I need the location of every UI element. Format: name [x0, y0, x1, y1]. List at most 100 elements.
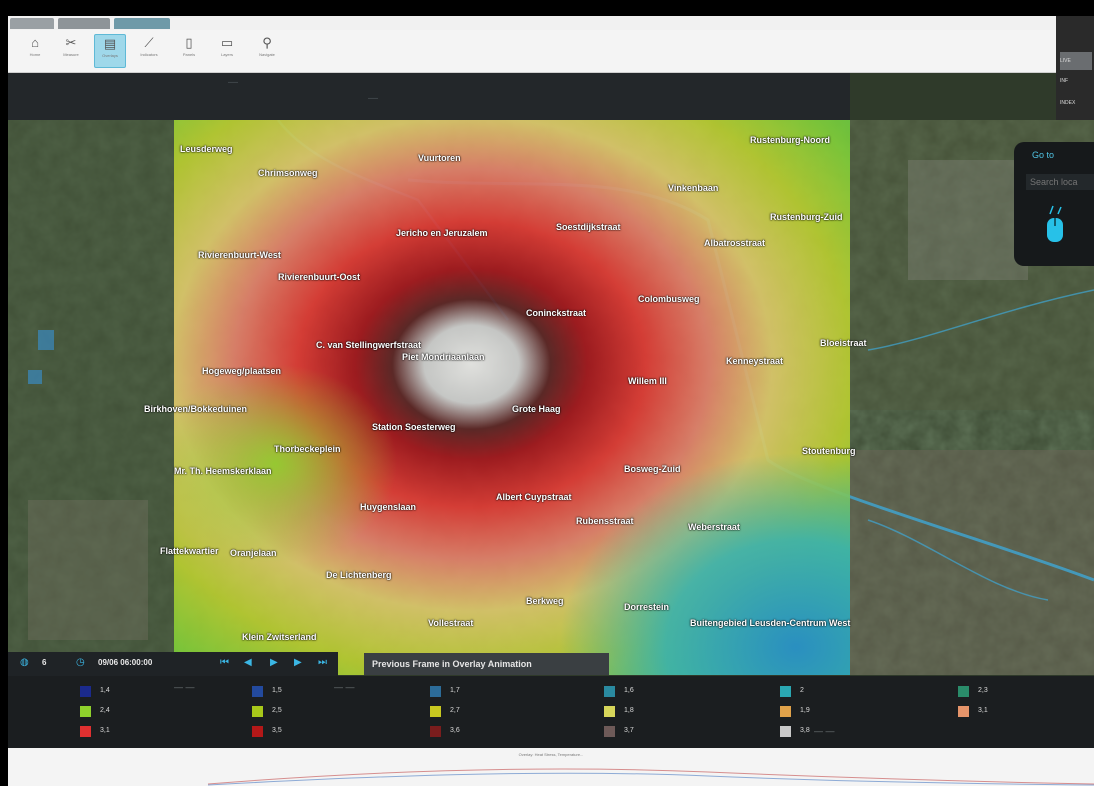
frame-number: 6 — [42, 658, 47, 667]
legend-value: 2 — [800, 687, 804, 694]
place-label: Rustenburg-Noord — [750, 135, 830, 145]
next-frame-icon[interactable]: ▶ — [294, 657, 302, 668]
legend-swatch — [430, 726, 441, 737]
legend-value: 1,8 — [624, 707, 634, 714]
tab-3[interactable] — [114, 18, 170, 29]
place-label: Klein Zwitserland — [242, 632, 317, 642]
toolbar-button-chart[interactable]: ⟋ Indicators — [134, 34, 164, 66]
place-label: Vinkenbaan — [668, 183, 719, 193]
legend-swatch — [780, 686, 791, 697]
timeline-datetime: 09/06 06:00:00 — [98, 658, 153, 667]
place-label: Weberstraat — [688, 522, 740, 532]
legend-swatch — [780, 726, 791, 737]
legend-value: 3,7 — [624, 727, 634, 734]
place-label: Mr. Th. Heemskerklaan — [174, 466, 272, 476]
toolbar: ⌂ Home ✂ Measure ▤ Overlays ⟋ Indicators ▯ Panels… — [8, 30, 1056, 73]
legend-swatch — [252, 706, 263, 717]
place-label: Kenneystraat — [726, 356, 784, 366]
place-label: Vollestraat — [428, 618, 474, 628]
tab-2[interactable] — [58, 18, 110, 29]
chart-icon: ⟋ — [144, 35, 154, 50]
toolbar-button-layers[interactable]: ▭ Layers — [212, 34, 242, 66]
legend-value: 2,3 — [978, 687, 988, 694]
place-label: Albatrosstraat — [704, 238, 766, 248]
place-label: Station Soesterweg — [372, 422, 456, 432]
toolbar-button-overlay[interactable]: ▤ Overlays — [94, 34, 126, 68]
place-label: Bloeistraat — [820, 338, 867, 348]
place-label: Dorrestein — [624, 602, 670, 612]
place-label: Willem III — [628, 376, 667, 386]
place-label: Rivierenbuurt-West — [198, 250, 281, 260]
right-panel-item[interactable]: INF — [1060, 74, 1092, 88]
last-frame-icon[interactable]: ⏭ — [318, 657, 327, 668]
legend-swatch — [430, 686, 441, 697]
place-label: Hogeweg/plaatsen — [202, 366, 282, 376]
toolbar-button-label: Indicators — [140, 52, 158, 57]
toolbar-button-zoom[interactable]: ⚲ Navigate — [252, 34, 282, 66]
legend-swatch — [80, 726, 91, 737]
legend-swatch — [430, 706, 441, 717]
legend: — — — — — — 1,4 1,5 1,7 1,6 2 2,3 2,4 2,5 2,7 1,8… — [8, 676, 1094, 748]
graph-line — [207, 768, 1094, 786]
place-label: Jericho en Jeruzalem — [396, 228, 488, 238]
toolbar-button-label: Home — [29, 52, 41, 57]
play-icon[interactable]: ▶ — [270, 657, 278, 668]
legend-swatch — [80, 686, 91, 697]
place-label: Vuurtoren — [418, 153, 461, 163]
toolbar-button-label: Navigate — [259, 52, 275, 57]
legend-swatch — [252, 686, 263, 697]
tools-icon: ✂ — [65, 35, 77, 50]
toolbar-button-home[interactable]: ⌂ Home — [20, 34, 50, 66]
legend-value: 1,6 — [624, 687, 634, 694]
place-label: Chrimsonweg — [258, 168, 318, 178]
toolbar-button-label: Overlays — [102, 53, 118, 58]
heat-overlay — [174, 120, 850, 675]
place-label: De Lichtenberg — [326, 570, 392, 580]
legend-swatch — [780, 706, 791, 717]
legend-value: 3,8 — [800, 727, 810, 734]
right-panel-item[interactable]: INDEX — [1060, 96, 1092, 110]
legend-value: 1,5 — [272, 687, 282, 694]
map-view[interactable]: Leusderweg Chrimsonweg Vuurtoren Rustenburg… — [8, 120, 1094, 675]
legend-value: 2,5 — [272, 707, 282, 714]
place-label: Soestdijkstraat — [556, 222, 621, 232]
goto-label: Go to — [1032, 150, 1055, 160]
legend-value: 3,5 — [272, 727, 282, 734]
place-label: Oranjelaan — [230, 548, 277, 558]
legend-value: 3,1 — [100, 727, 110, 734]
map-header: — — — [8, 73, 850, 120]
place-label: C. van Stellingwerfstraat — [316, 340, 422, 350]
legend-value: 2,4 — [100, 707, 110, 714]
legend-swatch — [252, 726, 263, 737]
zoom-icon: ⚲ — [262, 35, 272, 50]
legend-swatch — [958, 686, 969, 697]
home-icon: ⌂ — [31, 35, 39, 50]
place-label: Piet Mondriaanlaan — [402, 352, 485, 362]
right-panel-item[interactable]: LIVE — [1060, 52, 1092, 70]
legend-value: 1,4 — [100, 687, 110, 694]
toolbar-button-tools[interactable]: ✂ Measure — [56, 34, 86, 66]
place-label: Buitengebied Leusden-Centrum West — [690, 618, 851, 628]
first-frame-icon[interactable]: ⏮ — [220, 657, 229, 668]
bottom-panel: Overlay: Heat Stress, Temperature... — [8, 748, 1094, 786]
place-label: Flattekwartier — [160, 546, 219, 556]
place-label: Bosweg-Zuid — [624, 464, 681, 474]
place-label: Berkweg — [526, 596, 564, 606]
place-label: Stoutenburg — [802, 446, 856, 456]
frame-counter-icon[interactable]: ◍ — [20, 657, 29, 668]
tab-1[interactable] — [10, 18, 54, 29]
overlay-icon: ▤ — [103, 36, 117, 51]
place-label: Rustenburg-Zuid — [770, 212, 843, 222]
layers-icon: ▭ — [220, 35, 234, 50]
prev-frame-icon[interactable]: ◀ — [244, 657, 252, 668]
legend-swatch — [604, 686, 615, 697]
legend-value: 3,6 — [450, 727, 460, 734]
search-input[interactable] — [1026, 174, 1094, 190]
tooltip: Previous Frame in Overlay Animation — [364, 653, 609, 675]
clock-icon: ◷ — [76, 657, 85, 668]
legend-value: 1,9 — [800, 707, 810, 714]
place-label: Birkhoven/Bokkeduinen — [144, 404, 248, 414]
legend-swatch — [604, 726, 615, 737]
toolbar-button-panels[interactable]: ▯ Panels — [174, 34, 204, 66]
place-label: Colombusweg — [638, 294, 700, 304]
